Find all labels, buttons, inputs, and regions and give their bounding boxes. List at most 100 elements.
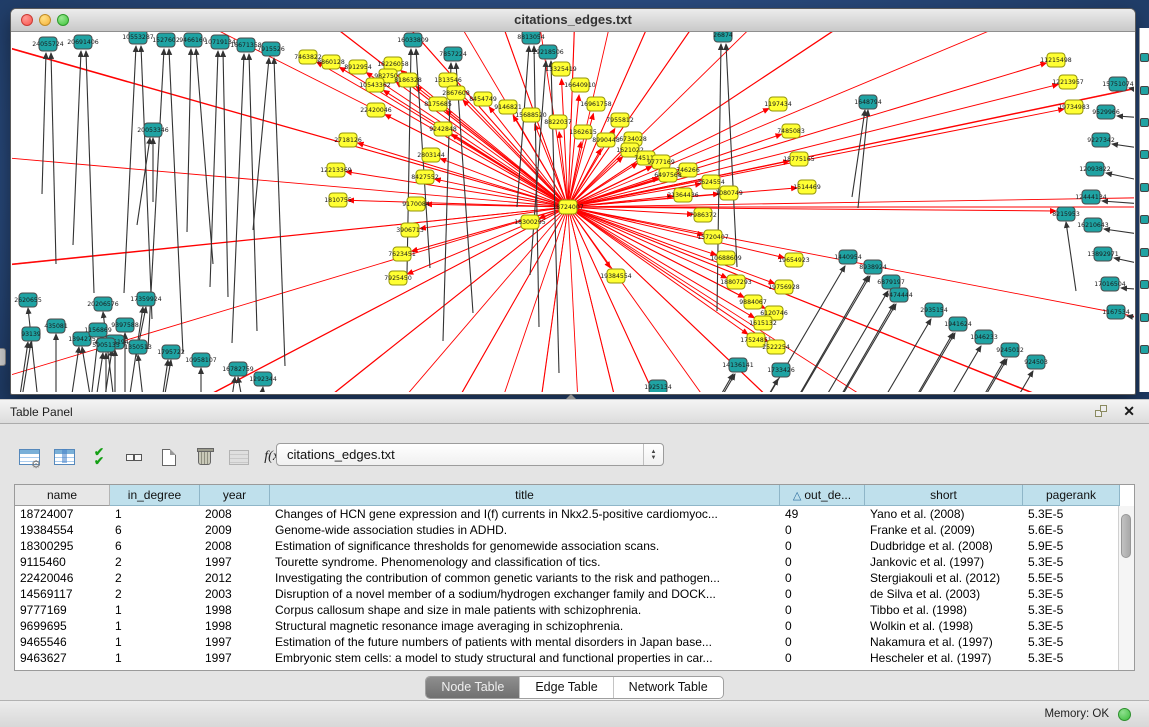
graph-node[interactable]: 10958107: [185, 353, 217, 367]
graph-node[interactable]: 21364436: [667, 188, 699, 202]
column-header-pagerank[interactable]: pagerank: [1023, 485, 1120, 506]
graph-node[interactable]: 24055724: [32, 37, 64, 51]
graph-node[interactable]: 2935154: [920, 303, 948, 317]
graph-edge[interactable]: [187, 49, 191, 232]
tab-edge-table[interactable]: Edge Table: [520, 677, 613, 698]
graph-node[interactable]: 1527602: [152, 33, 180, 47]
graph-node[interactable]: 7925450: [384, 271, 412, 285]
graph-edge[interactable]: [253, 58, 269, 230]
graph-edge[interactable]: [412, 207, 568, 251]
graph-node[interactable]: 26874: [713, 32, 733, 42]
table-row[interactable]: 2242004622012Investigating the contribut…: [15, 570, 1134, 586]
table-row[interactable]: 1872400712008Changes of HCN gene express…: [15, 506, 1134, 522]
graph-node[interactable]: 19734983: [1058, 100, 1090, 114]
graph-node[interactable]: 10553287: [122, 32, 154, 44]
graph-node[interactable]: [1140, 280, 1149, 289]
graph-node[interactable]: 17359924: [130, 292, 162, 306]
graph-node[interactable]: 7955812: [606, 113, 634, 127]
graph-edge[interactable]: [73, 51, 81, 245]
graph-node[interactable]: 13892971: [1087, 247, 1119, 261]
graph-node[interactable]: [1140, 215, 1149, 224]
graph-node[interactable]: 20206576: [87, 297, 119, 311]
graph-edge[interactable]: [97, 207, 568, 392]
graph-edge[interactable]: [568, 207, 775, 284]
graph-node[interactable]: 19654923: [778, 253, 810, 267]
graph-edge[interactable]: [12, 124, 568, 207]
table-row[interactable]: 1938455462009Genome-wide association stu…: [15, 522, 1134, 538]
graph-node[interactable]: 1292344: [249, 372, 277, 386]
graph-edge[interactable]: [1127, 316, 1134, 328]
graph-node[interactable]: 1514469: [793, 180, 821, 194]
graph-node[interactable]: 11215498: [1040, 53, 1072, 67]
graph-edge[interactable]: [1114, 258, 1134, 276]
graph-edge[interactable]: [66, 347, 79, 392]
graph-node[interactable]: 9529966: [1092, 105, 1120, 119]
graph-node[interactable]: 1167534: [1102, 305, 1130, 319]
graph-edge[interactable]: [828, 333, 953, 392]
table-row[interactable]: 977716911998Corpus callosum shape and si…: [15, 602, 1134, 618]
table-row[interactable]: 969969511998Structural magnetic resonanc…: [15, 618, 1134, 634]
tab-node-table[interactable]: Node Table: [426, 677, 520, 698]
graph-node[interactable]: 435081: [44, 319, 68, 333]
graph-node[interactable]: 1648794: [854, 95, 882, 109]
scrollbar-thumb[interactable]: [1121, 514, 1131, 558]
float-panel-icon[interactable]: [1095, 405, 1109, 419]
graph-edge[interactable]: [196, 49, 213, 264]
graph-edge[interactable]: [1106, 173, 1134, 191]
graph-node[interactable]: 8215953: [1052, 207, 1080, 221]
graph-edge[interactable]: [51, 53, 56, 264]
graph-node[interactable]: 8912954: [344, 60, 372, 74]
graph-node[interactable]: 12093822: [1079, 162, 1111, 176]
row-height-button[interactable]: [121, 444, 147, 470]
graph-edge[interactable]: [1104, 229, 1134, 241]
graph-edge[interactable]: [90, 353, 103, 392]
graph-node[interactable]: 8822037: [544, 115, 572, 129]
graph-edge[interactable]: [223, 51, 228, 297]
graph-node[interactable]: [1140, 345, 1149, 354]
column-header-short[interactable]: short: [865, 485, 1023, 506]
table-row[interactable]: 946554611997Estimation of the future num…: [15, 634, 1134, 650]
graph-edge[interactable]: [701, 379, 778, 392]
tab-network-table[interactable]: Network Table: [614, 677, 723, 698]
network-canvas[interactable]: 2405572420691406105532871527602946616010…: [12, 32, 1134, 392]
window-titlebar[interactable]: citations_edges.txt: [11, 9, 1135, 32]
graph-edge[interactable]: [1121, 288, 1134, 294]
graph-edge[interactable]: [169, 49, 183, 353]
graph-edge[interactable]: [82, 347, 92, 392]
graph-edge[interactable]: [12, 32, 568, 207]
graph-node[interactable]: 1795722: [157, 345, 185, 359]
graph-node[interactable]: 7623451: [388, 247, 416, 261]
graph-edge[interactable]: [819, 304, 896, 392]
graph-node[interactable]: 9397588: [111, 318, 139, 332]
graph-node[interactable]: [1140, 313, 1149, 322]
graph-node[interactable]: 20053346: [137, 123, 169, 137]
graph-node[interactable]: 9245012: [996, 343, 1024, 357]
graph-node[interactable]: 1440954: [834, 250, 862, 264]
graph-edge[interactable]: [1066, 222, 1076, 291]
graph-edge[interactable]: [12, 32, 568, 207]
column-header-title[interactable]: title: [270, 485, 780, 506]
graph-node[interactable]: 16640910: [564, 78, 596, 92]
graph-node[interactable]: [1140, 150, 1149, 159]
table-row[interactable]: 1830029562008Estimation of significance …: [15, 538, 1134, 554]
graph-node[interactable]: 2718126: [334, 133, 362, 147]
column-header-name[interactable]: name: [15, 485, 110, 506]
graph-edge[interactable]: [904, 346, 981, 392]
graph-node[interactable]: 93139: [21, 327, 41, 341]
graph-node[interactable]: 9474444: [885, 288, 913, 302]
graph-edge[interactable]: [880, 359, 1005, 392]
graph-edge[interactable]: [407, 207, 568, 274]
graph-node[interactable]: 3906713: [396, 223, 424, 237]
graph-node[interactable]: 924503: [1024, 355, 1048, 369]
table-select-dropdown[interactable]: citations_edges.txt ▲▼: [276, 443, 664, 466]
network-window[interactable]: citations_edges.txt 2405572420691406 1055…: [10, 8, 1136, 395]
graph-node[interactable]: 8427552: [411, 170, 439, 184]
graph-node[interactable]: 19756928: [768, 280, 800, 294]
panel-collapse-handle[interactable]: [0, 348, 6, 366]
column-header-year[interactable]: year: [200, 485, 270, 506]
table-row[interactable]: 946362711997Embryonic stem cells: a mode…: [15, 650, 1134, 666]
graph-edge[interactable]: [383, 90, 568, 207]
graph-node[interactable]: 20691406: [67, 35, 99, 49]
graph-node[interactable]: 8813054: [517, 32, 545, 44]
graph-edge[interactable]: [551, 61, 559, 373]
